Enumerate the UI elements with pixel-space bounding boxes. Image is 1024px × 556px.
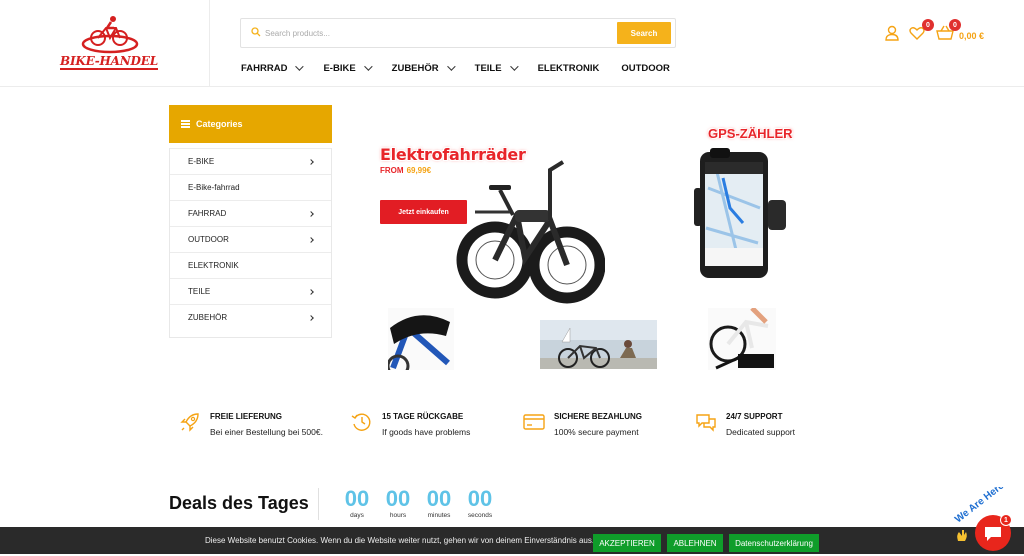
chat-unread-badge: 1	[1000, 514, 1012, 526]
search-input[interactable]	[265, 24, 615, 42]
feature-secure-payment: SICHERE BEZAHLUNG 100% secure payment	[522, 410, 642, 437]
category-label: ZUBEHÖR	[188, 313, 228, 322]
category-label: TEILE	[188, 287, 211, 296]
cart-count-badge: 0	[949, 19, 961, 31]
feature-text: If goods have problems	[382, 427, 471, 437]
categories-header[interactable]: Categories	[169, 105, 332, 143]
wishlist-count-badge: 0	[922, 19, 934, 31]
gps-phone-holder-image[interactable]	[688, 148, 790, 283]
nav-label: ELEKTRONIK	[537, 62, 600, 74]
from-label: FROM	[380, 166, 404, 175]
rocket-icon	[180, 413, 199, 432]
main-nav: FAHRRAD E-BIKE ZUBEHÖR TEILE ELEKTRONIK …	[241, 58, 692, 78]
menu-icon	[181, 119, 190, 130]
category-item-e-bike-fahrrad[interactable]: E-Bike-fahrrad	[170, 174, 331, 200]
countdown-value: 00	[344, 486, 370, 511]
feature-title: FREIE LIEFERUNG	[210, 412, 283, 421]
countdown-hours: 00 hours	[378, 486, 418, 519]
accept-cookies-button[interactable]: AKZEPTIEREN	[593, 534, 661, 552]
ebike-banner-price: FROM 69,99€	[380, 166, 431, 175]
bike-rider-logo-icon	[81, 16, 139, 54]
countdown-unit: hours	[389, 512, 407, 519]
feature-text: 100% secure payment	[554, 427, 639, 437]
cookie-bar: Diese Website benutzt Cookies. Wenn du d…	[0, 527, 1024, 554]
nav-label: ZUBEHÖR	[391, 62, 439, 74]
category-item-elektronik[interactable]: ELEKTRONIK	[170, 252, 331, 278]
shop-now-button[interactable]: Jetzt einkaufen	[380, 200, 467, 224]
feature-title: 15 TAGE RÜCKGABE	[382, 412, 464, 421]
category-label: E-Bike-fahrrad	[188, 183, 240, 192]
category-label: E-BIKE	[188, 157, 215, 166]
category-item-zubehoer[interactable]: ZUBEHÖR	[170, 304, 331, 330]
nav-item-fahrrad[interactable]: FAHRRAD	[241, 58, 305, 78]
categories-list: E-BIKE E-Bike-fahrrad FAHRRAD OUTDOOR EL…	[169, 148, 332, 338]
chevron-down-icon	[363, 62, 373, 71]
nav-label: FAHRRAD	[241, 62, 288, 74]
countdown-value: 00	[385, 486, 411, 511]
chat-bubbles-icon	[696, 414, 716, 432]
deals-title: Deals des Tages	[169, 493, 309, 513]
logo-text: BIKE-HANDEL	[60, 54, 158, 70]
chevron-right-icon	[308, 314, 314, 321]
user-account-icon[interactable]	[883, 24, 901, 42]
site-header: BIKE-HANDEL Search FAHRRAD E-BIKE ZUBEHÖ…	[0, 0, 1024, 87]
chevron-right-icon	[308, 236, 314, 243]
countdown-minutes: 00 minutes	[419, 486, 459, 519]
search-button[interactable]: Search	[617, 22, 671, 44]
nav-item-teile[interactable]: TEILE	[474, 58, 519, 78]
search-box	[240, 18, 676, 48]
nav-item-elektronik[interactable]: ELEKTRONIK	[538, 58, 600, 78]
history-clock-icon	[351, 413, 371, 431]
gps-banner-title: GPS-ZÄHLER	[708, 126, 793, 141]
divider	[318, 488, 319, 520]
nav-item-zubehoer[interactable]: ZUBEHÖR	[391, 58, 456, 78]
feature-returns: 15 TAGE RÜCKGABE If goods have problems	[350, 410, 470, 437]
chevron-down-icon	[295, 62, 305, 71]
price-value: 69,99€	[406, 166, 432, 175]
chevron-right-icon	[308, 288, 314, 295]
chevron-right-icon	[308, 158, 314, 165]
bike-frame-bag-image[interactable]	[388, 308, 454, 370]
fat-tire-ebike-image[interactable]	[455, 150, 605, 305]
feature-text: Dedicated support	[726, 427, 795, 437]
category-label: ELEKTRONIK	[188, 261, 239, 270]
chevron-down-icon	[509, 62, 519, 71]
nav-label: TEILE	[474, 62, 502, 74]
countdown-unit: seconds	[467, 512, 493, 519]
category-item-outdoor[interactable]: OUTDOOR	[170, 226, 331, 252]
category-label: FAHRRAD	[188, 209, 227, 218]
category-label: OUTDOOR	[188, 235, 229, 244]
privacy-policy-button[interactable]: Datenschutzerklärung	[729, 534, 819, 552]
category-item-teile[interactable]: TEILE	[170, 278, 331, 304]
feature-free-delivery: FREIE LIEFERUNG Bei einer Bestellung bei …	[178, 410, 323, 437]
countdown-days: 00 days	[337, 486, 377, 519]
countdown-value: 00	[426, 486, 452, 511]
feature-title: 24/7 SUPPORT	[726, 412, 783, 421]
cart-total[interactable]: 0,00 €	[959, 31, 984, 41]
feature-title: SICHERE BEZAHLUNG	[554, 412, 643, 421]
chevron-down-icon	[446, 62, 456, 71]
countdown-value: 00	[467, 486, 493, 511]
nav-label: OUTDOOR	[621, 62, 670, 74]
chevron-right-icon	[308, 210, 314, 217]
logo-link[interactable]: BIKE-HANDEL	[0, 0, 210, 87]
countdown-seconds: 00 seconds	[460, 486, 500, 519]
feature-text: Bei einer Bestellung bei 500€.	[210, 427, 323, 437]
reject-cookies-button[interactable]: ABLEHNEN	[667, 534, 723, 552]
nav-item-outdoor[interactable]: OUTDOOR	[621, 58, 670, 78]
waving-hand-icon	[957, 530, 967, 541]
cookie-text: Diese Website benutzt Cookies. Wenn du d…	[205, 536, 595, 545]
countdown-unit: days	[350, 512, 364, 519]
credit-card-icon	[523, 414, 545, 430]
category-item-e-bike[interactable]: E-BIKE	[170, 148, 331, 174]
search-icon	[251, 27, 261, 37]
category-item-fahrrad[interactable]: FAHRRAD	[170, 200, 331, 226]
nav-label: E-BIKE	[323, 62, 356, 74]
nav-item-e-bike[interactable]: E-BIKE	[323, 58, 373, 78]
countdown-unit: minutes	[427, 512, 451, 519]
categories-title: Categories	[196, 119, 243, 129]
bike-lake-photo-image[interactable]	[540, 320, 657, 369]
feature-support: 24/7 SUPPORT Dedicated support	[694, 410, 795, 437]
bike-trainer-image[interactable]	[708, 308, 776, 370]
